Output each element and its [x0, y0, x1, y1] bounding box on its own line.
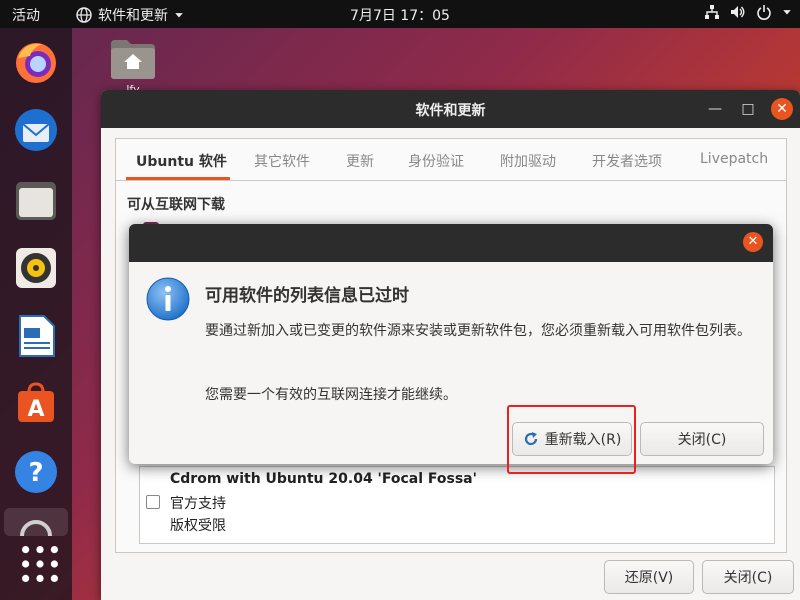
dialog-titlebar[interactable]: ✕: [129, 224, 773, 262]
tab-additional-drivers[interactable]: 附加驱动: [500, 151, 556, 171]
maximize-icon[interactable]: □: [737, 98, 759, 120]
tab-bar: Ubuntu 软件 其它软件 更新 身份验证 附加驱动 开发者选项 Livepa…: [116, 139, 786, 181]
svg-text:?: ?: [28, 458, 43, 488]
tab-developer-options[interactable]: 开发者选项: [592, 151, 662, 171]
files-icon[interactable]: [12, 176, 60, 224]
dialog-close-button-label: 关闭(C): [677, 432, 727, 448]
network-icon: [705, 5, 719, 19]
thunderbird-icon[interactable]: [12, 106, 60, 154]
window-close-button-label: 关闭(C): [723, 570, 773, 586]
tab-livepatch[interactable]: Livepatch: [700, 151, 768, 167]
dialog-message: 要通过新加入或已变更的软件源来安装或更新软件包，您必须重新载入可用软件包列表。: [205, 323, 751, 339]
highlight-box: [507, 405, 636, 474]
chevron-down-icon: [783, 10, 791, 15]
libreoffice-writer-icon[interactable]: [12, 312, 60, 360]
dialog-title: 可用软件的列表信息已过时: [205, 286, 409, 306]
show-applications-icon[interactable]: [16, 540, 58, 582]
window-titlebar[interactable]: 软件和更新 — □ ✕: [101, 90, 800, 128]
svg-text:A: A: [27, 397, 44, 422]
desktop-home-folder[interactable]: lfy: [108, 36, 158, 96]
window-close-button[interactable]: 关闭(C): [702, 560, 794, 594]
rhythmbox-icon[interactable]: [12, 244, 60, 292]
tab-other-software[interactable]: 其它软件: [254, 151, 310, 171]
tab-updates[interactable]: 更新: [346, 151, 374, 171]
dock: A ?: [0, 28, 72, 600]
stale-sources-dialog: ✕ 可用软件的列表信息已过时 要通过新加入或已变更的软件源来安装或更新软件包，您…: [129, 224, 773, 464]
firefox-icon[interactable]: [12, 38, 60, 86]
clock[interactable]: 7月7日 17：05: [0, 5, 800, 25]
home-folder-icon: [111, 40, 155, 79]
software-icon[interactable]: A: [12, 378, 60, 426]
active-tab-indicator: [126, 177, 230, 180]
revert-button-label: 还原(V): [624, 570, 674, 586]
volume-icon: [731, 6, 745, 18]
power-icon: [757, 5, 771, 20]
info-icon: [146, 277, 190, 321]
cdrom-title: Cdrom with Ubuntu 20.04 'Focal Fossa': [170, 471, 477, 487]
help-icon[interactable]: ?: [12, 448, 60, 496]
system-tray[interactable]: [704, 4, 792, 20]
close-icon[interactable]: ✕: [771, 98, 793, 120]
tab-ubuntu-software[interactable]: Ubuntu 软件: [136, 151, 227, 171]
revert-button[interactable]: 还原(V): [604, 560, 694, 594]
section-title: 可从互联网下载: [127, 197, 225, 213]
cdrom-list: Cdrom with Ubuntu 20.04 'Focal Fossa' 官方…: [139, 466, 775, 544]
top-bar: 活动 软件和更新 7月7日 17：05: [0, 0, 800, 28]
tab-authentication[interactable]: 身份验证: [408, 151, 464, 171]
dialog-note: 您需要一个有效的互联网连接才能继续。: [205, 387, 457, 403]
cdrom-option-official: 官方支持: [170, 496, 226, 512]
cdrom-checkbox[interactable]: [146, 495, 160, 509]
running-app-indicator[interactable]: [4, 508, 68, 537]
cdrom-option-restricted: 版权受限: [170, 518, 226, 534]
dialog-close-button[interactable]: 关闭(C): [640, 422, 764, 456]
dialog-close-icon[interactable]: ✕: [743, 232, 763, 252]
window-title: 软件和更新: [415, 103, 486, 119]
minimize-icon[interactable]: —: [704, 98, 726, 120]
